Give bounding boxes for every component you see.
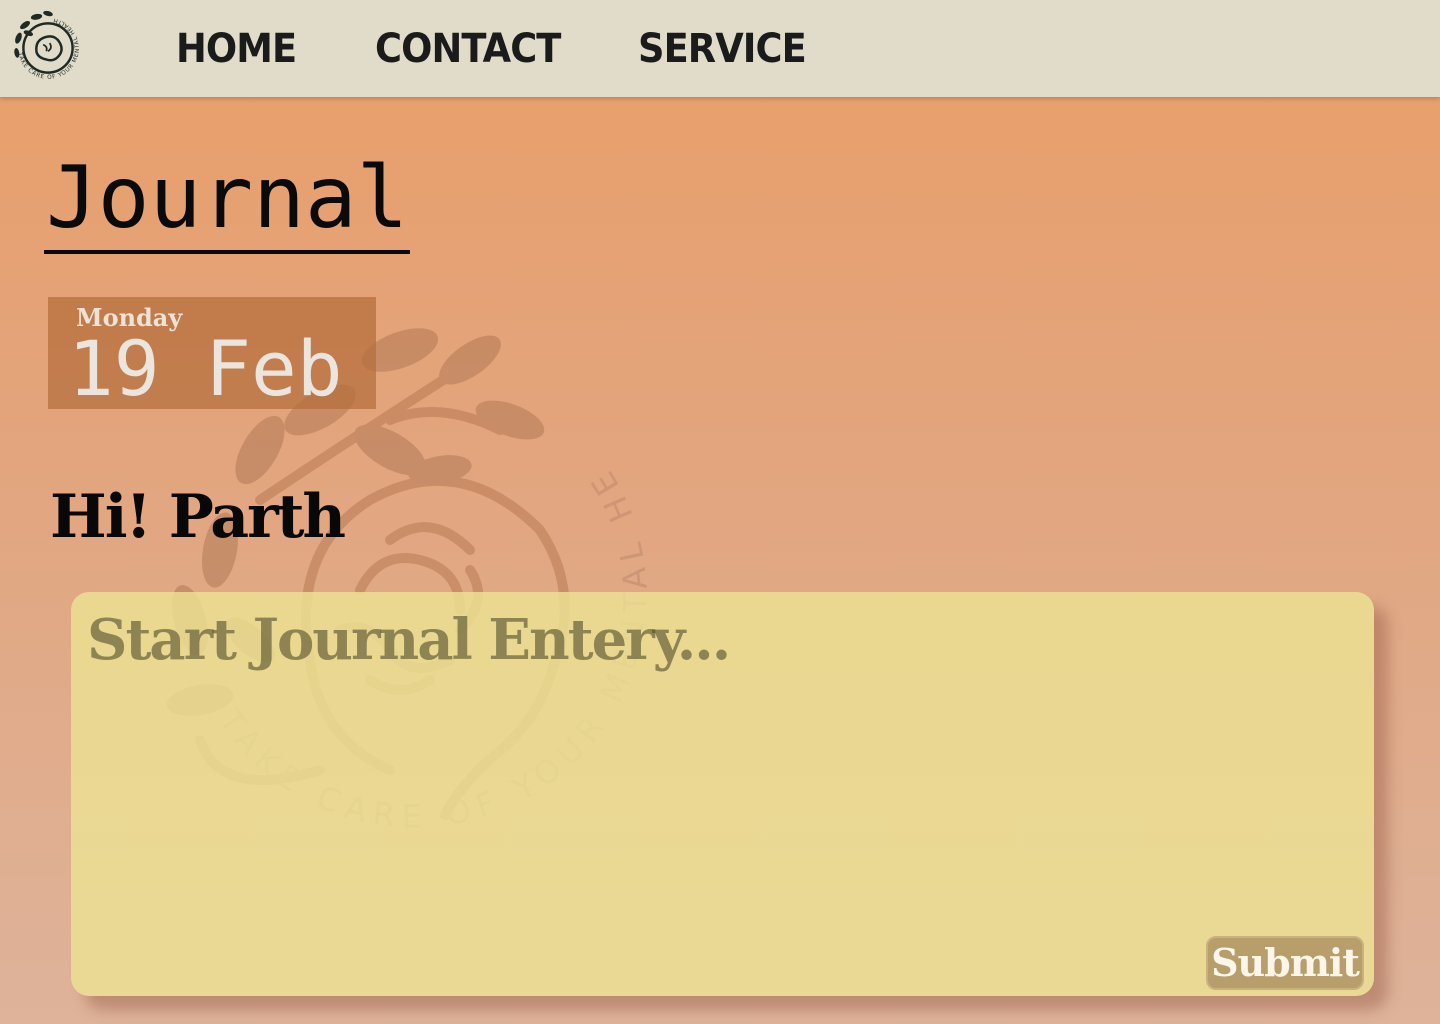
date-badge: Monday 19 Feb [48, 297, 376, 409]
nav-contact-link[interactable]: CONTACT [375, 24, 561, 74]
date-day-month: 19 Feb [68, 324, 343, 413]
nav-service-link[interactable]: SERVICE [638, 24, 807, 74]
nav-home-link[interactable]: HOME [176, 24, 297, 74]
submit-button[interactable]: Submit [1206, 936, 1364, 990]
user-greeting: Hi! Parth [50, 482, 346, 552]
journal-entry-textarea[interactable] [85, 606, 1359, 930]
top-navbar: TAKE CARE OF YOUR MENTAL HEALTH HOME CON… [0, 0, 1440, 97]
page-title: Journal [44, 150, 411, 254]
mental-health-logo-icon[interactable]: TAKE CARE OF YOUR MENTAL HEALTH [7, 7, 89, 89]
journal-entry-card: Submit [71, 592, 1374, 996]
